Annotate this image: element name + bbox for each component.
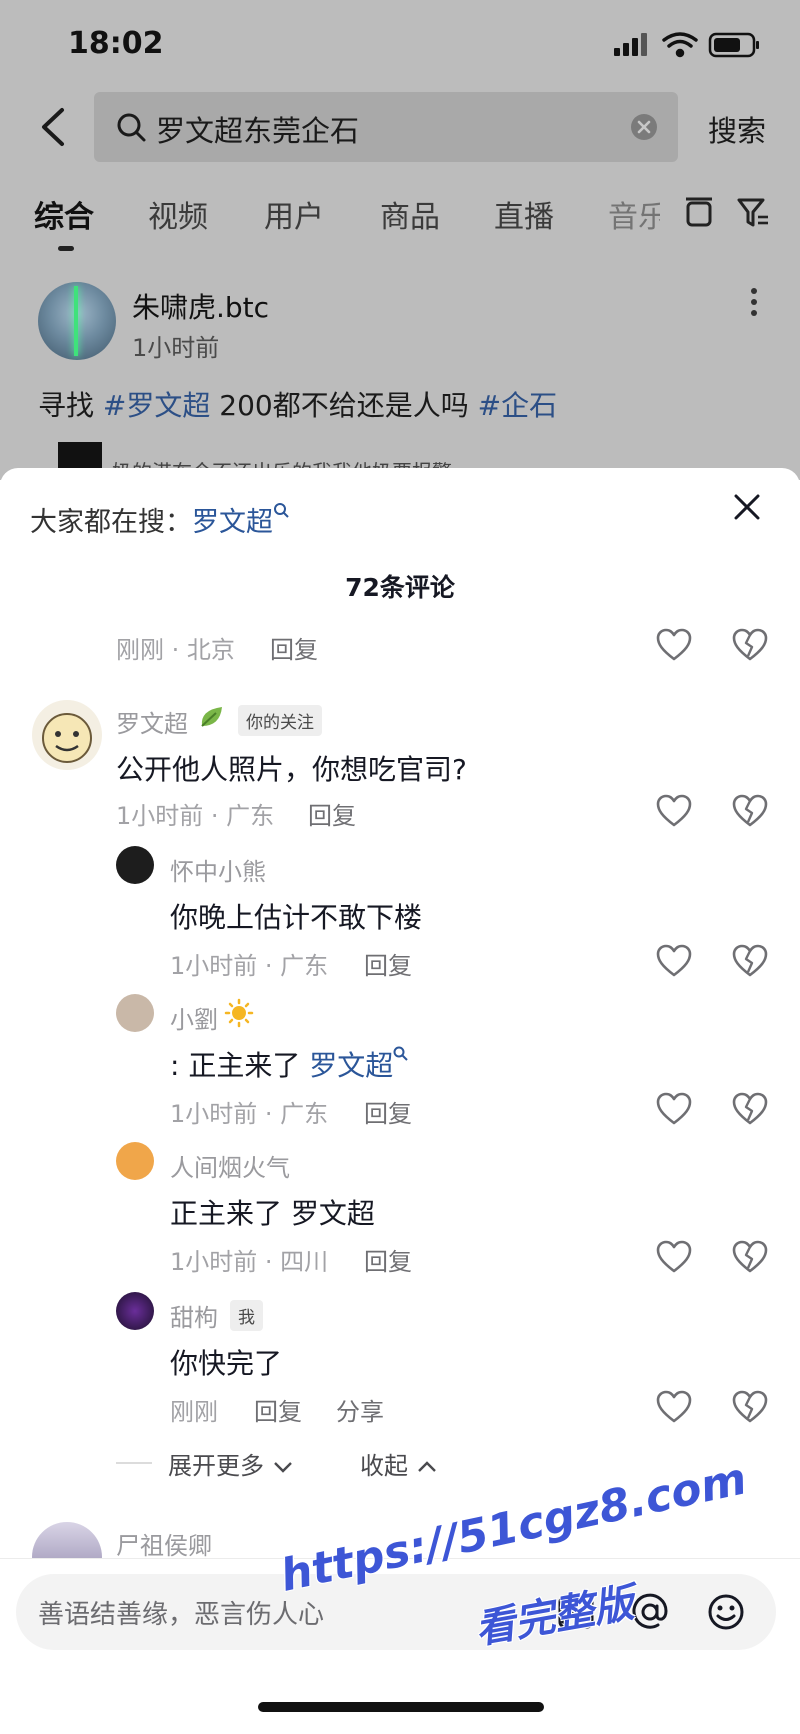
dislike-icon[interactable]: [732, 1092, 768, 1126]
post-text-middle: 200都不给还是人吗: [210, 389, 478, 422]
sun-emoji-icon: [224, 998, 254, 1028]
collapse-button[interactable]: 收起: [360, 1446, 438, 1481]
more-options-icon[interactable]: [748, 286, 760, 320]
status-icons: [614, 32, 759, 58]
reply-meta: 1小时前 · 广东: [170, 1100, 329, 1128]
search-small-icon: [274, 503, 289, 518]
expand-more-button[interactable]: 展开更多: [168, 1446, 294, 1481]
tab-video[interactable]: 视频: [148, 192, 208, 236]
hashtag-link[interactable]: #企石: [478, 389, 557, 422]
reply-text: : 正主来了 罗文超: [170, 1044, 409, 1084]
dislike-icon[interactable]: [732, 944, 768, 978]
search-small-icon: [393, 1046, 408, 1061]
commenter-name[interactable]: 罗文超: [116, 704, 188, 739]
search-button[interactable]: 搜索: [708, 108, 766, 150]
reply-text: 你晚上估计不敢下楼: [170, 901, 423, 934]
search-results-page: 18:02 罗文超东莞企石 搜索 综合 视频 用户 商品 直播 音乐 朱啸虎.b…: [0, 0, 800, 480]
back-arrow-icon[interactable]: [38, 106, 68, 148]
reply-meta: 1小时前 · 四川: [170, 1248, 329, 1276]
comment-count-title: 72条评论: [345, 573, 455, 602]
replier-avatar[interactable]: [116, 1292, 154, 1330]
tab-live[interactable]: 直播: [494, 192, 554, 236]
reply-button[interactable]: 回复: [364, 1094, 412, 1129]
home-indicator: [258, 1702, 544, 1712]
like-heart-icon[interactable]: [656, 794, 692, 828]
comment-input[interactable]: 善语结善缘，恶言伤人心: [16, 1574, 776, 1650]
active-tab-indicator: [58, 246, 74, 251]
post-time: 1小时前: [132, 334, 220, 362]
post-text-prefix: 寻找: [38, 389, 103, 422]
trending-hint-label: 大家都在搜：: [30, 507, 192, 538]
reaction-icons: [656, 624, 786, 1464]
tab-users[interactable]: 用户: [264, 192, 324, 236]
hashtag-link[interactable]: #罗文超: [103, 389, 210, 422]
replier-avatar[interactable]: [116, 994, 154, 1032]
replier-name[interactable]: 小劉: [170, 1000, 218, 1035]
reply-meta: 1小时前 · 广东: [170, 952, 329, 980]
chevron-up-icon: [417, 1461, 436, 1472]
clear-icon[interactable]: [630, 113, 658, 141]
divider-line: [116, 1462, 152, 1464]
dislike-icon[interactable]: [732, 628, 768, 662]
expand-more-label: 展开更多: [168, 1452, 264, 1480]
search-icon: [117, 113, 146, 142]
status-time: 18:02: [68, 26, 164, 61]
comment-text: 公开他人照片，你想吃官司?: [116, 753, 467, 786]
leaf-badge-icon: [201, 707, 222, 727]
reply-text: 正主来了 罗文超: [170, 1197, 375, 1230]
like-heart-icon[interactable]: [656, 1092, 692, 1126]
battery-icon: [708, 32, 759, 58]
dislike-icon[interactable]: [732, 794, 768, 828]
mention-link[interactable]: 罗文超: [309, 1049, 393, 1082]
signal-icon: [614, 33, 647, 56]
close-icon[interactable]: [732, 492, 762, 522]
reply-button[interactable]: 回复: [254, 1392, 302, 1427]
post-author-name[interactable]: 朱啸虎.btc: [132, 286, 269, 326]
trending-keyword[interactable]: 罗文超: [192, 507, 273, 538]
commenter-name[interactable]: 尸祖侯卿: [116, 1526, 212, 1561]
reply-button[interactable]: 回复: [308, 796, 356, 831]
trending-search-hint[interactable]: 大家都在搜：罗文超: [30, 500, 291, 539]
replier-name[interactable]: 甜枸: [170, 1298, 218, 1333]
share-button[interactable]: 分享: [336, 1392, 384, 1427]
replier-name[interactable]: 人间烟火气: [170, 1148, 290, 1183]
reply-meta: 刚刚: [170, 1398, 218, 1426]
like-heart-icon[interactable]: [656, 1390, 692, 1424]
self-badge: 我: [230, 1300, 263, 1331]
like-heart-icon[interactable]: [656, 944, 692, 978]
tab-comprehensive[interactable]: 综合: [34, 192, 94, 236]
dislike-icon[interactable]: [732, 1240, 768, 1274]
replier-avatar[interactable]: [116, 1142, 154, 1180]
comment-meta: 刚刚 · 北京: [116, 636, 235, 664]
reply-button[interactable]: 回复: [364, 946, 412, 981]
post-text: 寻找 #罗文超 200都不给还是人吗 #企石: [38, 384, 557, 424]
emoji-icon[interactable]: [706, 1592, 746, 1632]
reply-button[interactable]: 回复: [364, 1242, 412, 1277]
following-badge: 你的关注: [238, 705, 322, 736]
like-heart-icon[interactable]: [656, 628, 692, 662]
reply-text: 你快完了: [170, 1347, 283, 1380]
replier-name[interactable]: 怀中小熊: [170, 852, 266, 887]
replier-avatar[interactable]: [116, 846, 154, 884]
post-author-avatar[interactable]: [38, 282, 116, 360]
layout-toggle-icon[interactable]: [684, 196, 714, 230]
tab-music[interactable]: 音乐: [608, 192, 660, 236]
tab-products[interactable]: 商品: [380, 192, 440, 236]
like-heart-icon[interactable]: [656, 1240, 692, 1274]
filter-icon[interactable]: [736, 196, 770, 230]
reply-text-prefix: : 正主来了: [170, 1049, 310, 1082]
dislike-icon[interactable]: [732, 1390, 768, 1424]
comment-input-placeholder: 善语结善缘，恶言伤人心: [38, 1600, 325, 1630]
reply-button[interactable]: 回复: [270, 630, 318, 665]
comment-meta: 1小时前 · 广东: [116, 802, 275, 830]
search-query: 罗文超东莞企石: [156, 114, 360, 148]
collapse-label: 收起: [360, 1452, 408, 1480]
wifi-icon: [662, 32, 698, 58]
commenter-avatar[interactable]: [32, 700, 102, 770]
chevron-down-icon: [273, 1462, 292, 1473]
